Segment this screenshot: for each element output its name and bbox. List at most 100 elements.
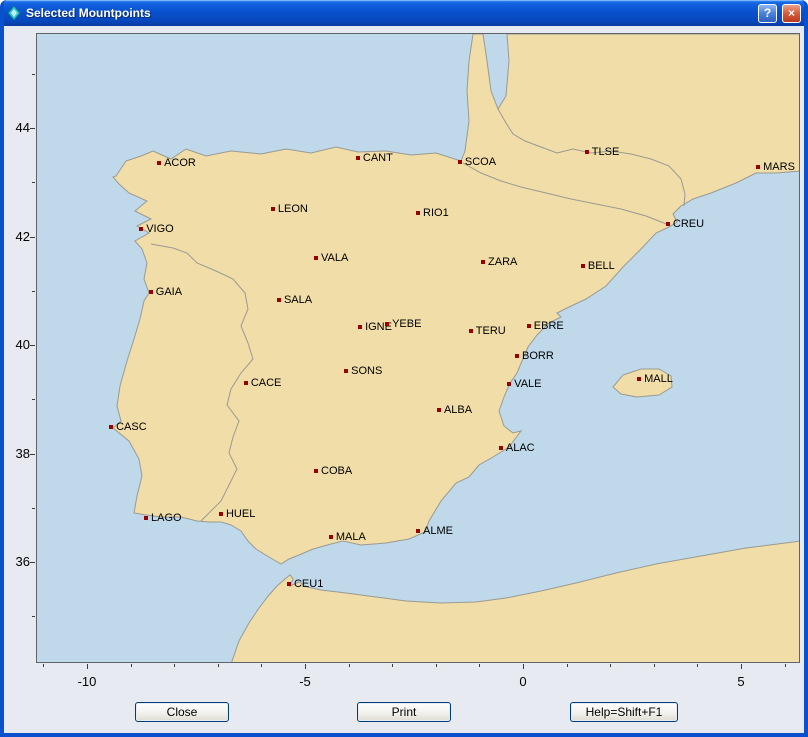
- mountpoint-label-borr: BORR: [522, 349, 554, 363]
- window-titlebar[interactable]: Selected Mountpoints ? ×: [0, 0, 808, 26]
- x-minor-tick: [349, 664, 350, 667]
- x-major-tick: [87, 664, 88, 669]
- mountpoint-label-mala: MALA: [336, 530, 366, 544]
- y-major-tick: [30, 562, 35, 563]
- dialog-client-area: ACOR CANT SCOA TLSE MARS VIGO LEON RIO1 CREU VALA…: [4, 26, 804, 733]
- x-minor-tick: [610, 664, 611, 667]
- mountpoint-marker-mall: [637, 377, 641, 381]
- y-tick-label: 40: [4, 337, 30, 352]
- y-minor-tick: [32, 182, 35, 183]
- mountpoint-marker-gaia: [149, 290, 153, 294]
- mountpoint-label-lago: LAGO: [151, 511, 182, 525]
- mountpoint-marker-mala: [329, 535, 333, 539]
- mountpoint-marker-coba: [314, 469, 318, 473]
- mountpoint-marker-bell: [581, 264, 585, 268]
- mountpoint-marker-vigo: [139, 227, 143, 231]
- map-plot: ACOR CANT SCOA TLSE MARS VIGO LEON RIO1 CREU VALA…: [36, 33, 800, 663]
- mountpoint-marker-sala: [277, 298, 281, 302]
- y-major-tick: [30, 454, 35, 455]
- mountpoint-label-vigo: VIGO: [146, 222, 174, 236]
- mountpoint-label-sala: SALA: [284, 293, 312, 307]
- markers-layer: ACOR CANT SCOA TLSE MARS VIGO LEON RIO1 CREU VALA…: [37, 34, 799, 662]
- mountpoint-marker-acor: [157, 161, 161, 165]
- x-tick-label: 5: [726, 674, 756, 689]
- titlebar-help-button[interactable]: ?: [758, 4, 777, 23]
- x-minor-tick: [479, 664, 480, 667]
- x-minor-tick: [697, 664, 698, 667]
- x-minor-tick: [654, 664, 655, 667]
- y-tick-label: 38: [4, 446, 30, 461]
- y-minor-tick: [32, 399, 35, 400]
- mountpoint-label-mall: MALL: [644, 372, 673, 386]
- mountpoint-marker-vale: [507, 382, 511, 386]
- selected-mountpoints-window: Selected Mountpoints ? × ACOR CANT SCOA TLS…: [0, 0, 808, 737]
- x-minor-tick: [567, 664, 568, 667]
- mountpoint-marker-scoa: [458, 160, 462, 164]
- x-minor-tick: [261, 664, 262, 667]
- y-major-tick: [30, 345, 35, 346]
- mountpoint-label-mars: MARS: [763, 160, 795, 174]
- mountpoint-label-creu: CREU: [673, 217, 704, 231]
- mountpoint-label-ebre: EBRE: [534, 319, 564, 333]
- y-minor-tick: [32, 616, 35, 617]
- mountpoint-marker-zara: [481, 260, 485, 264]
- mountpoint-label-ceu1: CEU1: [294, 577, 323, 591]
- mountpoint-marker-vala: [314, 256, 318, 260]
- mountpoint-label-vala: VALA: [321, 251, 348, 265]
- y-tick-label: 42: [4, 229, 30, 244]
- mountpoint-marker-creu: [666, 222, 670, 226]
- x-major-tick: [741, 664, 742, 669]
- mountpoint-label-acor: ACOR: [164, 156, 196, 170]
- mountpoint-marker-ebre: [527, 324, 531, 328]
- mountpoint-label-rio1: RIO1: [423, 206, 449, 220]
- mountpoint-marker-cant: [356, 156, 360, 160]
- y-minor-tick: [32, 291, 35, 292]
- titlebar-close-button[interactable]: ×: [782, 4, 801, 23]
- mountpoint-marker-rio1: [416, 211, 420, 215]
- x-tick-label: -5: [290, 674, 320, 689]
- mountpoint-marker-teru: [469, 329, 473, 333]
- mountpoint-label-alba: ALBA: [444, 403, 472, 417]
- y-major-tick: [30, 237, 35, 238]
- x-minor-tick: [174, 664, 175, 667]
- window-title: Selected Mountpoints: [26, 6, 753, 20]
- x-tick-label: -10: [72, 674, 102, 689]
- mountpoint-label-alme: ALME: [423, 524, 453, 538]
- y-minor-tick: [32, 508, 35, 509]
- mountpoint-marker-ceu1: [287, 582, 291, 586]
- x-tick-label: 0: [508, 674, 538, 689]
- mountpoint-label-casc: CASC: [116, 420, 147, 434]
- help-shortcut-button[interactable]: Help=Shift+F1: [570, 702, 678, 722]
- mountpoint-label-teru: TERU: [476, 324, 506, 338]
- print-button[interactable]: Print: [357, 702, 451, 722]
- mountpoint-marker-cace: [244, 381, 248, 385]
- x-minor-tick: [436, 664, 437, 667]
- x-major-tick: [523, 664, 524, 669]
- mountpoint-label-vale: VALE: [514, 377, 541, 391]
- mountpoint-marker-sons: [344, 369, 348, 373]
- mountpoint-marker-yebe: [385, 322, 389, 326]
- x-minor-tick: [43, 664, 44, 667]
- mountpoint-marker-leon: [271, 207, 275, 211]
- close-button[interactable]: Close: [135, 702, 229, 722]
- mountpoint-label-alac: ALAC: [506, 441, 535, 455]
- y-major-tick: [30, 128, 35, 129]
- mountpoint-label-yebe: YEBE: [392, 317, 421, 331]
- x-minor-tick: [131, 664, 132, 667]
- mountpoint-label-scoa: SCOA: [465, 155, 496, 169]
- mountpoint-marker-tlse: [585, 150, 589, 154]
- mountpoint-label-leon: LEON: [278, 202, 308, 216]
- app-icon: [7, 6, 21, 20]
- x-major-tick: [305, 664, 306, 669]
- x-minor-tick: [785, 664, 786, 667]
- mountpoint-label-coba: COBA: [321, 464, 352, 478]
- x-minor-tick: [392, 664, 393, 667]
- mountpoint-marker-igne: [358, 325, 362, 329]
- mountpoint-label-zara: ZARA: [488, 255, 517, 269]
- y-tick-label: 36: [4, 554, 30, 569]
- mountpoint-marker-alac: [499, 446, 503, 450]
- mountpoint-label-tlse: TLSE: [592, 145, 620, 159]
- mountpoint-marker-mars: [756, 165, 760, 169]
- mountpoint-label-sons: SONS: [351, 364, 382, 378]
- mountpoint-label-cant: CANT: [363, 151, 393, 165]
